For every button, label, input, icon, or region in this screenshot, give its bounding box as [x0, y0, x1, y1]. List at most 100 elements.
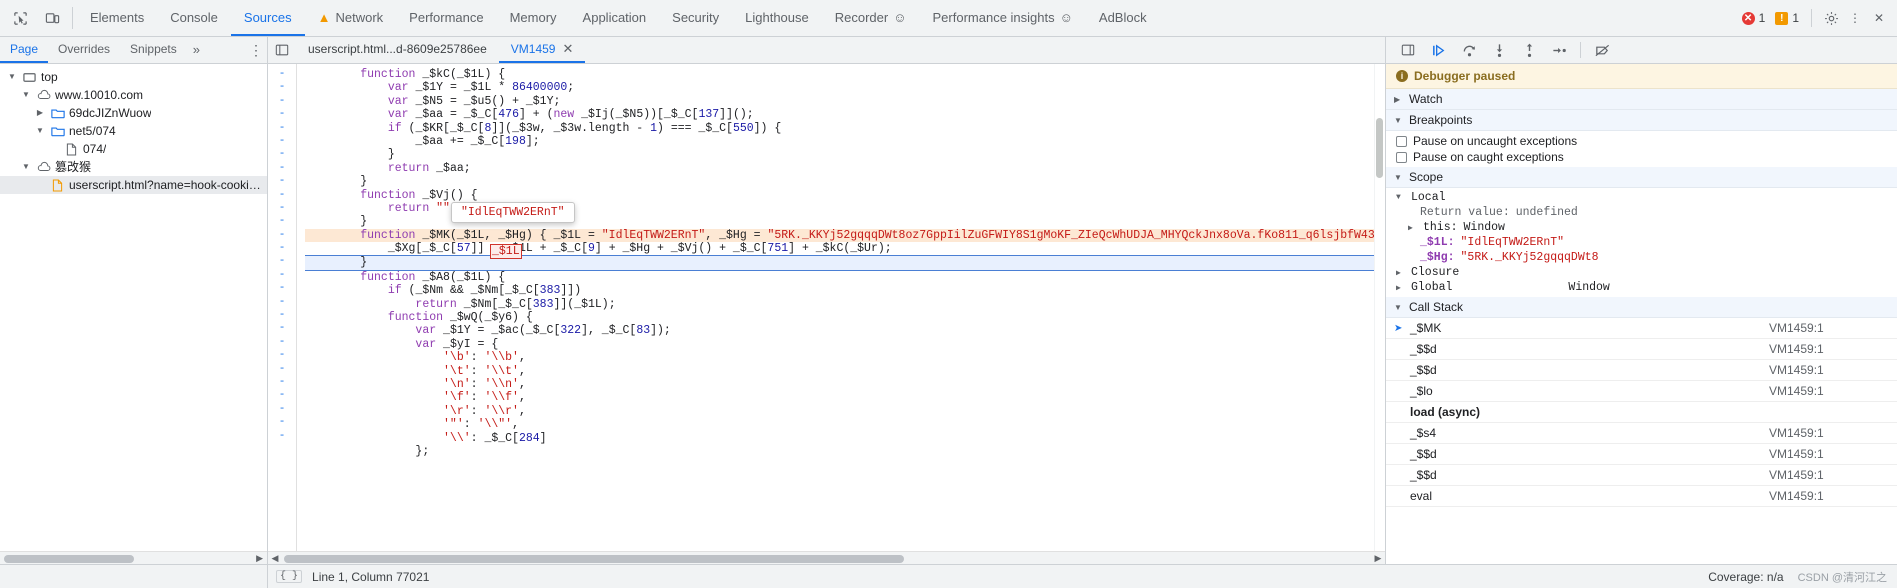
editor-horizontal-scrollbar[interactable]: ◀ ▶	[268, 551, 1385, 564]
code-line[interactable]: if (_$KR[_$_C[8]](_$3w, _$3w.length - 1)…	[305, 122, 1374, 135]
code-line[interactable]: var _$aa = _$_C[476] + (new _$Ij(_$N5))[…	[305, 108, 1374, 121]
subtab-snippets[interactable]: Snippets	[120, 37, 187, 63]
code-line[interactable]: '\r': '\\r',	[305, 405, 1374, 418]
tree-node-69dcjiznwuow[interactable]: ▶ 69dcJIZnWuow	[0, 104, 267, 122]
gutter-mark[interactable]: -	[268, 175, 296, 188]
code-line[interactable]: function _$kC(_$1L) {	[305, 68, 1374, 81]
gutter-mark[interactable]: -	[268, 336, 296, 349]
checkbox[interactable]	[1396, 151, 1407, 163]
code-line[interactable]: if (_$Nm && _$Nm[_$_C[383]])	[305, 284, 1374, 297]
scrollbar-thumb[interactable]	[1376, 118, 1383, 178]
code-line[interactable]: _$aa += _$_C[198];	[305, 135, 1374, 148]
gutter-mark[interactable]: -	[268, 296, 296, 309]
gutter-mark[interactable]: -	[268, 430, 296, 443]
code-line[interactable]: return _$aa;	[305, 162, 1374, 175]
scope-global-header[interactable]: ▶ Global Window	[1386, 280, 1897, 295]
gutter-mark[interactable]: -	[268, 389, 296, 402]
gutter-mark[interactable]: -	[268, 122, 296, 135]
code-line[interactable]: '\n': '\\n',	[305, 378, 1374, 391]
gutter-mark[interactable]: -	[268, 255, 296, 268]
chevron-down-icon[interactable]: ▼	[20, 158, 32, 176]
gutter-mark[interactable]: -	[268, 322, 296, 335]
call-stack-row[interactable]: _$s4 VM1459:1	[1386, 423, 1897, 444]
code-line[interactable]: }	[305, 148, 1374, 161]
line-number-gutter[interactable]: - - - - - - - - - - - - - - - - - - - - …	[268, 64, 296, 551]
call-stack-row[interactable]: _$$d VM1459:1	[1386, 360, 1897, 381]
step-over-next-function-call-button[interactable]	[1456, 39, 1482, 61]
code-line[interactable]: var _$yI = {	[305, 338, 1374, 351]
scope-section-header[interactable]: ▼ Scope	[1386, 167, 1897, 188]
watch-section-header[interactable]: ▶ Watch	[1386, 89, 1897, 110]
code-line[interactable]: }	[305, 255, 1374, 271]
breakpoints-section-header[interactable]: ▼ Breakpoints	[1386, 110, 1897, 131]
chevron-down-icon[interactable]: ▼	[34, 122, 46, 140]
gutter-mark[interactable]: -	[268, 81, 296, 94]
show-debugger-sidebar-icon[interactable]	[1394, 43, 1422, 57]
tree-node-userscript-html[interactable]: userscript.html?name=hook-cookie.user.js	[0, 176, 267, 194]
scroll-left-icon[interactable]: ◀	[268, 553, 282, 564]
code-line[interactable]: var _$N5 = _$u5() + _$1Y;	[305, 95, 1374, 108]
gutter-mark[interactable]: -	[268, 148, 296, 161]
code-line[interactable]: return _$Nm[_$_C[383]](_$1L);	[305, 298, 1374, 311]
code-line[interactable]: }	[305, 175, 1374, 188]
navigator-horizontal-scrollbar[interactable]: ▶	[0, 551, 267, 564]
gutter-mark[interactable]: -	[268, 95, 296, 108]
call-stack-section-header[interactable]: ▼ Call Stack	[1386, 297, 1897, 318]
gutter-mark[interactable]: -	[268, 403, 296, 416]
code-line[interactable]: '\b': '\\b',	[305, 351, 1374, 364]
gutter-mark[interactable]: -	[268, 376, 296, 389]
chevron-right-icon[interactable]: ▶	[1396, 268, 1405, 278]
call-stack-row[interactable]: _$$d VM1459:1	[1386, 444, 1897, 465]
step-button[interactable]	[1546, 39, 1572, 61]
code-line[interactable]: function _$A8(_$1L) {	[305, 271, 1374, 284]
tab-adblock[interactable]: AdBlock	[1086, 0, 1160, 36]
gutter-mark[interactable]: -	[268, 282, 296, 295]
tab-performance-insights[interactable]: Performance insights ☺	[920, 0, 1086, 36]
call-stack-row[interactable]: eval VM1459:1	[1386, 486, 1897, 507]
scroll-right-icon[interactable]: ▶	[256, 553, 263, 564]
code-line[interactable]: function _$Vj() {	[305, 189, 1374, 202]
scope-row-return-value[interactable]: Return value: undefined	[1386, 205, 1897, 220]
scrollbar-track[interactable]	[282, 552, 1371, 565]
tree-node-www-10010-com[interactable]: ▼ www.10010.com	[0, 86, 267, 104]
pause-on-uncaught-exceptions-row[interactable]: Pause on uncaught exceptions	[1386, 133, 1897, 149]
gutter-mark[interactable]: -	[268, 135, 296, 148]
navigator-more-options-icon[interactable]: ⋮	[245, 37, 267, 63]
scroll-right-icon[interactable]: ▶	[1371, 553, 1385, 564]
tab-recorder[interactable]: Recorder ☺	[822, 0, 920, 36]
selected-token-highlight[interactable]: _$1L	[490, 244, 522, 260]
error-count-badge[interactable]: ✕ 1	[1739, 11, 1769, 25]
scope-row-this[interactable]: ▶ this: Window	[1386, 220, 1897, 235]
code-line[interactable]: function _$wQ(_$y6) {	[305, 311, 1374, 324]
code-line[interactable]: _$Xg[_$_C[57]] = _$1L + _$_C[9] + _$Hg +…	[305, 242, 1374, 255]
tab-elements[interactable]: Elements	[77, 0, 157, 36]
code-line[interactable]: function _$MK(_$1L, _$Hg) { _$1L = "IdlE…	[305, 228, 1374, 243]
close-icon[interactable]: ✕	[1869, 8, 1889, 28]
call-stack-row[interactable]: _$$d VM1459:1	[1386, 465, 1897, 486]
chevron-down-icon[interactable]: ▼	[6, 68, 18, 86]
pretty-print-icon[interactable]: { }	[276, 570, 303, 583]
tab-performance[interactable]: Performance	[396, 0, 496, 36]
gutter-mark[interactable]: -	[268, 242, 296, 255]
gutter-mark[interactable]: -	[268, 68, 296, 81]
editor-tab-vm1459[interactable]: VM1459 ✕	[498, 37, 586, 63]
tab-security[interactable]: Security	[659, 0, 732, 36]
step-into-next-function-call-button[interactable]	[1486, 39, 1512, 61]
gutter-mark[interactable]: -	[268, 363, 296, 376]
inspect-element-icon[interactable]	[10, 8, 30, 28]
scrollbar-thumb[interactable]	[284, 554, 904, 563]
scrollbar-thumb[interactable]	[4, 555, 134, 563]
show-navigator-icon[interactable]	[268, 37, 296, 63]
deactivate-breakpoints-button[interactable]	[1589, 39, 1615, 61]
gutter-mark[interactable]: -	[268, 416, 296, 429]
tree-node-net5-074[interactable]: ▼ net5/074	[0, 122, 267, 140]
subtab-page[interactable]: Page	[0, 37, 49, 63]
code-line[interactable]: var _$1Y = _$ac(_$_C[322], _$_C[83]);	[305, 324, 1374, 337]
tab-sources[interactable]: Sources	[230, 0, 305, 36]
code-line[interactable]: var _$1Y = _$1L * 86400000;	[305, 81, 1374, 94]
editor-tab-userscript[interactable]: userscript.html...d-8609e25786ee	[296, 37, 499, 63]
code-line[interactable]: '\f': '\\f',	[305, 391, 1374, 404]
tree-node-tampermonkey[interactable]: ▼ 篡改猴	[0, 158, 267, 176]
scope-closure-header[interactable]: ▶ Closure	[1386, 265, 1897, 280]
tab-console[interactable]: Console	[157, 0, 231, 36]
